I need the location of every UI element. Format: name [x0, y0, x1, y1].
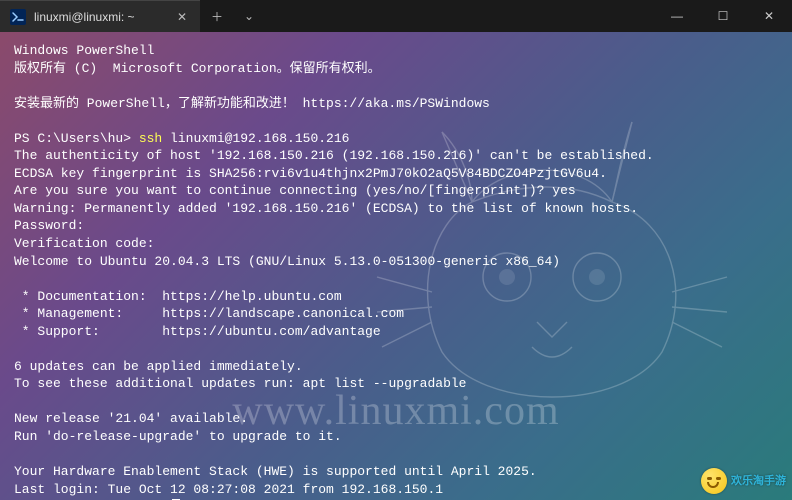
profile-dropdown-button[interactable]: ⌄ [234, 0, 264, 32]
terminal-line: Run 'do-release-upgrade' to upgrade to i… [14, 428, 778, 446]
smiley-icon [701, 468, 727, 494]
titlebar-drag-region[interactable] [264, 0, 654, 32]
terminal-line: Password: [14, 217, 778, 235]
minimize-button[interactable]: — [654, 0, 700, 32]
terminal-line: New release '21.04' available. [14, 410, 778, 428]
tab-close-button[interactable]: ✕ [174, 9, 190, 25]
new-tab-button[interactable]: ＋ [200, 0, 234, 32]
terminal-line: Warning: Permanently added '192.168.150.… [14, 200, 778, 218]
terminal-line: To see these additional updates run: apt… [14, 375, 778, 393]
terminal-pane[interactable]: www.linuxmi.com Windows PowerShell版权所有 (… [0, 32, 792, 500]
terminal-line: Windows PowerShell [14, 42, 778, 60]
terminal-output: Windows PowerShell版权所有 (C) Microsoft Cor… [14, 42, 778, 498]
source-site-badge: 欢乐淘手游 [701, 468, 786, 494]
terminal-line: 版权所有 (C) Microsoft Corporation。保留所有权利。 [14, 60, 778, 78]
tab-title: linuxmi@linuxmi: ~ [34, 10, 166, 24]
terminal-line: 6 updates can be applied immediately. [14, 358, 778, 376]
source-site-label: 欢乐淘手游 [731, 474, 786, 489]
terminal-line: Verification code: [14, 235, 778, 253]
terminal-line: 安装最新的 PowerShell，了解新功能和改进！ https://aka.m… [14, 95, 778, 113]
terminal-line: Your Hardware Enablement Stack (HWE) is … [14, 463, 778, 481]
terminal-line: Welcome to Ubuntu 20.04.3 LTS (GNU/Linux… [14, 253, 778, 271]
terminal-line: The authenticity of host '192.168.150.21… [14, 147, 778, 165]
terminal-line: Last login: Tue Oct 12 08:27:08 2021 fro… [14, 481, 778, 499]
maximize-button[interactable]: ☐ [700, 0, 746, 32]
terminal-line [14, 446, 778, 464]
terminal-line: Are you sure you want to continue connec… [14, 182, 778, 200]
terminal-line [14, 77, 778, 95]
terminal-line [14, 112, 778, 130]
powershell-icon [10, 9, 26, 25]
terminal-line: * Documentation: https://help.ubuntu.com [14, 288, 778, 306]
terminal-line [14, 393, 778, 411]
terminal-line: PS C:\Users\hu> ssh linuxmi@192.168.150.… [14, 130, 778, 148]
terminal-line: * Support: https://ubuntu.com/advantage [14, 323, 778, 341]
terminal-line: * Management: https://landscape.canonica… [14, 305, 778, 323]
title-bar: linuxmi@linuxmi: ~ ✕ ＋ ⌄ — ☐ ✕ [0, 0, 792, 32]
terminal-line [14, 340, 778, 358]
close-window-button[interactable]: ✕ [746, 0, 792, 32]
terminal-line: ECDSA key fingerprint is SHA256:rvi6v1u4… [14, 165, 778, 183]
terminal-tab[interactable]: linuxmi@linuxmi: ~ ✕ [0, 0, 200, 32]
terminal-line [14, 270, 778, 288]
